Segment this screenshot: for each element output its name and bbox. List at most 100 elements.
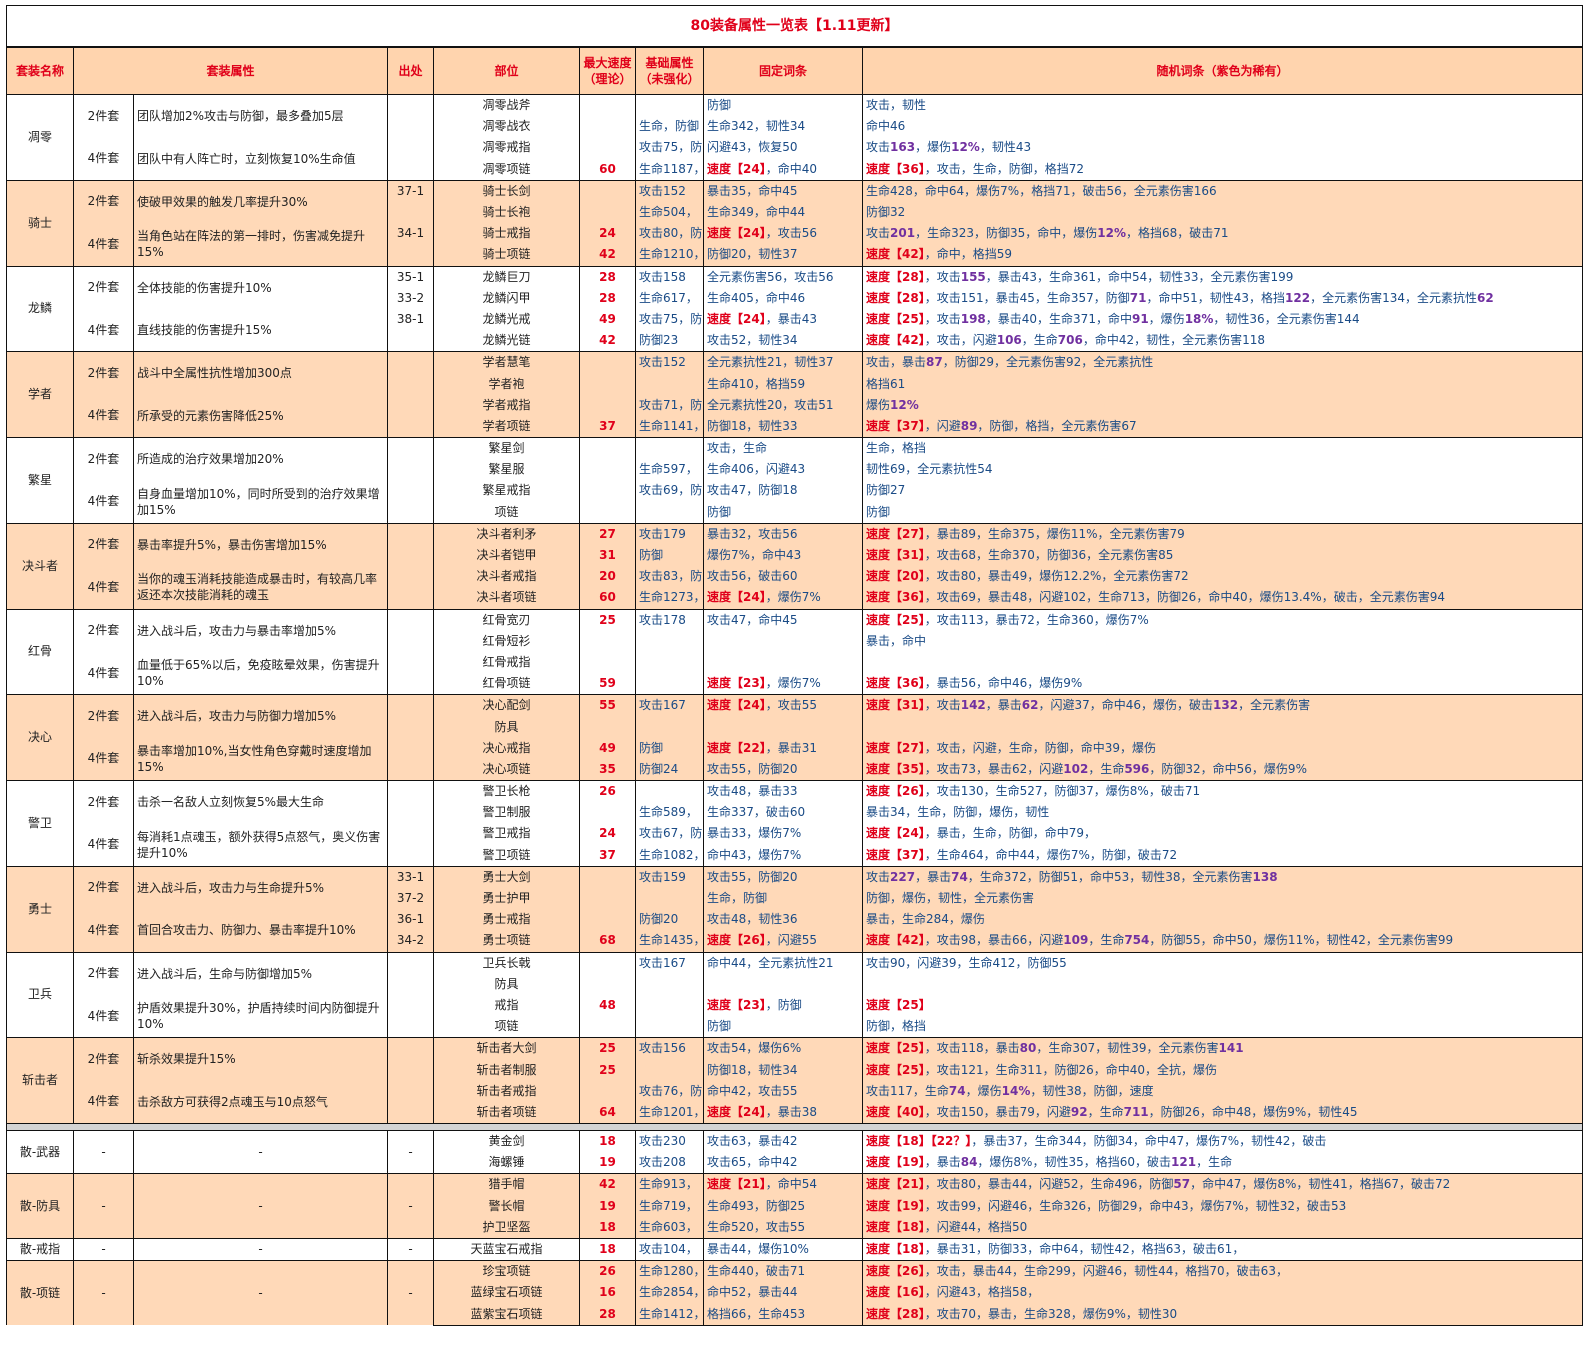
stat-text: 【22？】: [930, 1134, 972, 1149]
piece-source: [387, 844, 434, 867]
stat-text: 12%: [890, 397, 919, 412]
piece-base-stats: 生命597，: [635, 459, 704, 481]
header-part: 部位: [433, 47, 580, 95]
piece-source: [387, 994, 434, 1017]
stat-text: 138: [1252, 869, 1278, 884]
piece-random-stats: 暴击，命中: [861, 630, 1584, 652]
piece-max-speed: 25: [579, 1059, 636, 1081]
piece-max-speed: 31: [579, 544, 636, 567]
set-bonus-4-label: 4件套: [73, 223, 134, 266]
piece-fixed-stats: 速度【24】，暴击38: [703, 1101, 863, 1124]
stat-text: 速度【27】: [866, 740, 925, 755]
stat-text: 速度【27】: [866, 526, 925, 541]
stat-text: 速度【25】: [866, 997, 931, 1012]
stat-text: ，攻击: [924, 269, 961, 284]
table-row: 4件套 血量低于65%以后，免疫眩晕效果，伤害提升10% 红骨戒指: [7, 651, 1584, 695]
piece-max-speed: [579, 973, 636, 995]
stat-text: ，暴击31，防御33，命中64，韧性42，格挡63，破击61，: [924, 1242, 1245, 1257]
stat-text: ，生命464，命中44，爆伤7%，防御，破击72: [924, 847, 1178, 862]
stat-text: ，韧性43: [979, 140, 1032, 155]
piece-part: 红骨戒指: [433, 651, 580, 674]
table-row: 4件套 首回合攻击力、防御力、暴击率提升10% 36-1 勇士戒指 防御20 攻击48，韧…: [7, 909, 1584, 952]
stat-text: 防御: [707, 504, 732, 519]
table-row: 骑士 2件套 使破甲效果的触发几率提升30% 37-1 骑士长剑 攻击152 暴击35，命中…: [6, 179, 1584, 266]
stat-text: 速度【31】: [866, 548, 925, 563]
piece-part: 骑士长剑: [433, 179, 580, 202]
stat-text: 163: [890, 140, 916, 155]
piece-part: 繁星戒指: [433, 480, 580, 502]
piece-base-stats: 攻击75，防: [635, 137, 704, 159]
stat-text: 74: [948, 1083, 966, 1098]
stat-text: 62: [1477, 290, 1494, 305]
stat-text: ，闪避37，命中46，爆伤，破击: [1038, 698, 1214, 713]
piece-max-speed: 64: [579, 1101, 636, 1124]
piece-max-speed: 24: [579, 223, 636, 245]
table-row: 决心 2件套 进入战斗后，攻击力与防御力增加5% 决心配剑 55 攻击167 速度【24】，…: [6, 694, 1584, 781]
set-bonus-4-text: 击杀敌方可获得2点魂玉与10点怒气: [133, 1080, 388, 1124]
piece-random-stats: 速度【35】，攻击73，暴击62，闪避102，生命596，防御32，命中56，爆…: [861, 758, 1584, 781]
piece-base-stats: [635, 887, 704, 910]
piece-source: [387, 694, 434, 717]
stat-text: 12%: [1097, 226, 1126, 241]
stat-text: 防御18，韧性34: [707, 1062, 798, 1077]
piece-base-stats: 生命617，: [635, 287, 704, 309]
piece-part: 决斗者戒指: [433, 566, 580, 588]
set-bonus-2-label: 2件套: [73, 94, 134, 138]
piece-base-stats: 攻击167: [635, 694, 704, 717]
piece-base-stats: 生命504，: [635, 201, 704, 224]
stat-text: ，攻击55: [765, 698, 817, 713]
piece-fixed-stats: 攻击63，暴击42: [703, 1130, 863, 1153]
set-bonus-4-label: 4件套: [73, 994, 134, 1038]
piece-part: 黄金剑: [433, 1130, 580, 1153]
section-divider-cell: [5, 1123, 1584, 1131]
piece-max-speed: [579, 501, 636, 524]
piece-max-speed: [579, 716, 636, 738]
piece-random-stats: 防御27: [861, 480, 1584, 502]
stat-text: 防御，格挡: [866, 1019, 927, 1034]
piece-max-speed: [579, 1016, 636, 1038]
stat-text: ，暴击89，生命375，爆伤11%，全元素伤害79: [924, 526, 1185, 541]
piece-part: 骑士戒指: [433, 223, 580, 245]
stat-text: ，暴击: [915, 869, 952, 884]
piece-random-stats: 攻击201，生命323，防御35，命中，爆伤12%，格挡68，破击71: [861, 223, 1584, 245]
stat-text: 198: [960, 311, 986, 326]
piece-max-speed: 18: [579, 1130, 636, 1153]
piece-max-speed: [579, 437, 636, 460]
piece-base-stats: [635, 716, 704, 738]
piece-base-stats: [635, 651, 704, 674]
piece-source: [387, 973, 434, 995]
piece-max-speed: [579, 1080, 636, 1102]
stat-text: ，攻击: [924, 311, 961, 326]
piece-source: [387, 1101, 434, 1124]
stat-text: ，命中，格挡59: [924, 247, 1012, 262]
piece-max-speed: 60: [579, 158, 636, 181]
piece-source: [387, 351, 434, 374]
piece-random-stats: 速度【18】【22？】，暴击37，生命344，防御34，命中47，爆伤7%，韧性…: [861, 1130, 1584, 1153]
piece-fixed-stats: 命中44，全元素抗性21: [703, 951, 863, 974]
piece-part: 红骨短衫: [433, 630, 580, 652]
piece-max-speed: 60: [579, 587, 636, 609]
stat-text: ，韧性38，防御，速度: [1030, 1083, 1154, 1098]
set-bonus-4-label: 4件套: [73, 480, 134, 524]
stat-text: 80: [1019, 1041, 1037, 1056]
piece-max-speed: 26: [579, 1260, 636, 1283]
piece-random-stats: 速度【40】，攻击150，暴击79，闪避92，生命711，防御26，命中48，爆…: [861, 1101, 1584, 1124]
piece-source: [387, 951, 434, 974]
stat-text: 攻击54，爆伤6%: [707, 1041, 802, 1056]
piece-random-stats: 攻击90，闪避39，生命412，防御55: [861, 951, 1584, 974]
piece-fixed-stats: 生命337，破击60: [703, 802, 863, 824]
stat-text: 速度【37】: [866, 847, 925, 862]
set-bonus-4-label: 4件套: [73, 394, 134, 438]
table-row: 4件套 护盾效果提升30%，护盾持续时间内防御提升10% 戒指 48 速度【23】，防御…: [7, 994, 1584, 1038]
piece-source: [387, 802, 434, 824]
piece-random-stats: 速度【37】，闪避89，防御，格挡，全元素伤害67: [861, 415, 1584, 438]
piece-random-stats: 速度【18】，暴击31，防御33，命中64，韧性42，格挡63，破击61，: [861, 1237, 1584, 1261]
stat-text: 防御18，韧性33: [707, 418, 798, 433]
piece-base-stats: [635, 1059, 704, 1081]
stat-text: 命中52，暴击44: [707, 1285, 798, 1300]
stat-text: 防御: [707, 98, 732, 113]
piece-fixed-stats: 生命，防御: [703, 887, 863, 910]
piece-max-speed: 18: [579, 1216, 636, 1239]
table-row: 4件套 直线技能的伤害提升15% 38-1 龙鳞光戒 49 攻击75，防 速度【24】，暴击…: [7, 308, 1584, 352]
set-bonus-2-label: 2件套: [73, 694, 134, 738]
